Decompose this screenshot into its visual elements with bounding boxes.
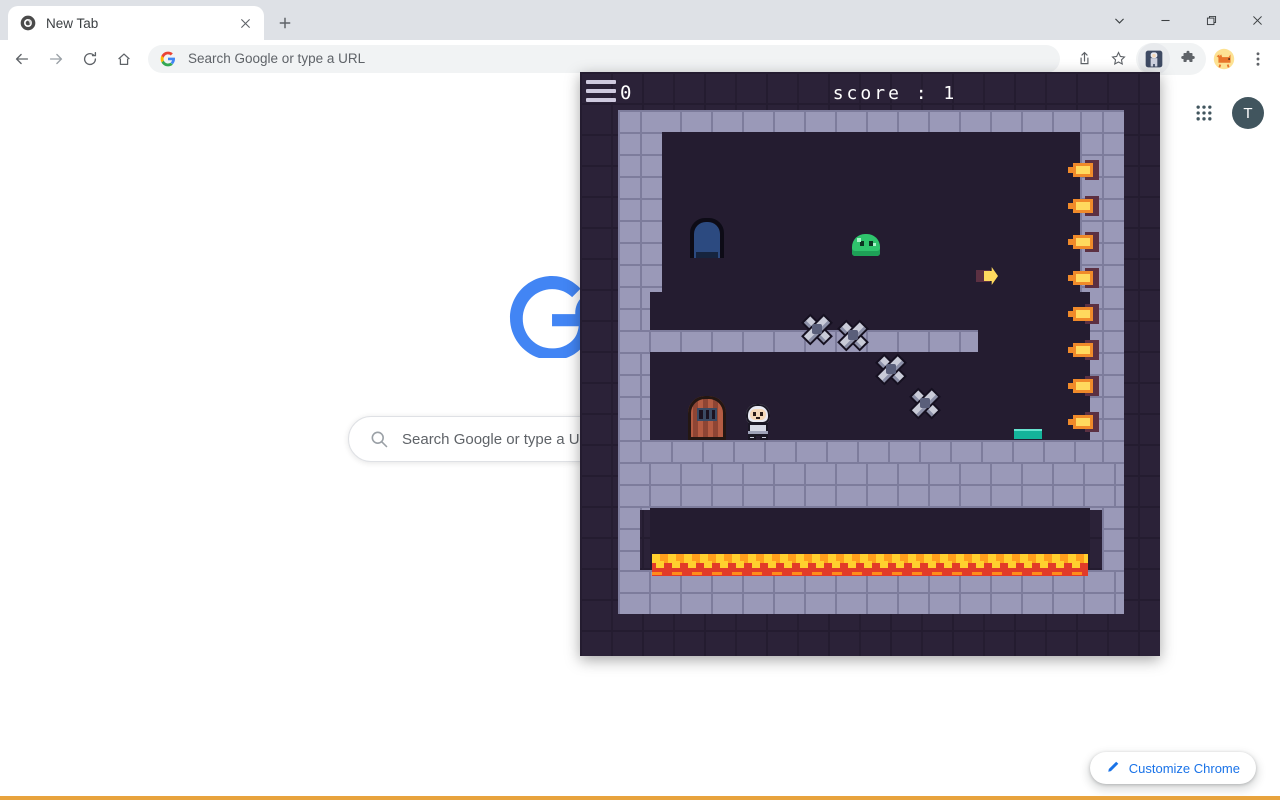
- platformer-game-overlay[interactable]: 0 score : 1: [580, 72, 1160, 656]
- wall-torch: [1068, 196, 1099, 216]
- tab-strip: New Tab: [0, 0, 1280, 40]
- search-icon: [369, 429, 389, 449]
- ntp-top-right: T: [1186, 95, 1264, 131]
- wall-torch: [1068, 376, 1099, 396]
- minimize-button[interactable]: [1142, 0, 1188, 40]
- avatar[interactable]: T: [1232, 97, 1264, 129]
- tab-title: New Tab: [46, 15, 99, 31]
- pencil-icon: [1106, 759, 1121, 777]
- chevron-down-icon[interactable]: [1096, 0, 1142, 40]
- teal-gem-pickup: [1014, 429, 1042, 439]
- google-g-icon: [160, 51, 176, 67]
- three-dot-menu-icon[interactable]: [1242, 43, 1274, 75]
- customize-chrome-button[interactable]: Customize Chrome: [1089, 752, 1256, 784]
- platform-lower-floor: [618, 462, 1124, 508]
- download-shelf-accent: [0, 796, 1280, 800]
- game-hud: 0 score : 1: [580, 72, 1160, 112]
- address-bar-placeholder: Search Google or type a URL: [188, 51, 366, 66]
- platform-main-floor: [640, 440, 1092, 462]
- toolbar-right-actions: [1068, 42, 1274, 75]
- arrow-pickup: [976, 267, 998, 285]
- extensions-pill: [1136, 42, 1206, 75]
- astronaut-player: [745, 404, 771, 440]
- reload-icon[interactable]: [74, 43, 106, 75]
- share-icon[interactable]: [1068, 43, 1100, 75]
- orange-dog-icon[interactable]: [1208, 43, 1240, 75]
- wall-top: [618, 110, 1124, 132]
- wall-torch: [1068, 268, 1099, 288]
- ntp-search-placeholder: Search Google or type a URL: [402, 430, 599, 448]
- exit-door: [688, 396, 726, 440]
- lava-ripple: [652, 572, 1088, 575]
- chrome-logo-icon: [20, 15, 36, 31]
- browser-tab[interactable]: New Tab: [8, 6, 264, 40]
- astronaut-game-extension-icon[interactable]: [1138, 42, 1170, 75]
- lava-hazard: [652, 554, 1088, 576]
- score-display: score : 1: [832, 83, 958, 104]
- puzzle-piece-icon[interactable]: [1172, 43, 1204, 75]
- window-controls: [1096, 0, 1280, 40]
- maximize-button[interactable]: [1188, 0, 1234, 40]
- spinning-blade-hazard: [876, 354, 906, 384]
- star-icon[interactable]: [1102, 43, 1134, 75]
- close-window-button[interactable]: [1234, 0, 1280, 40]
- lava-crest-highlight: [652, 561, 1088, 568]
- game-stage: [580, 72, 1160, 656]
- wall-right: [1102, 110, 1124, 614]
- new-tab-button[interactable]: [270, 8, 300, 38]
- wall-bottom: [618, 592, 1124, 614]
- customize-chrome-label: Customize Chrome: [1128, 760, 1240, 776]
- spinning-blade-hazard: [910, 388, 940, 418]
- spinning-blade-hazard: [802, 314, 832, 344]
- home-icon[interactable]: [108, 43, 140, 75]
- close-icon[interactable]: [234, 12, 256, 34]
- green-slime-enemy: [852, 234, 880, 256]
- back-arrow-icon[interactable]: [6, 43, 38, 75]
- forward-arrow-icon[interactable]: [40, 43, 72, 75]
- wall-torch: [1068, 160, 1099, 180]
- wall-left: [618, 110, 640, 614]
- platform-upper: [618, 330, 978, 352]
- blue-portal: [690, 218, 724, 258]
- wall-torch: [1068, 304, 1099, 324]
- wall-torch: [1068, 232, 1099, 252]
- apps-grid-icon[interactable]: [1186, 95, 1222, 131]
- address-bar[interactable]: Search Google or type a URL: [148, 44, 1060, 73]
- spinning-blade-hazard: [838, 320, 868, 350]
- wall-torch: [1068, 340, 1099, 360]
- wall-torch: [1068, 412, 1099, 432]
